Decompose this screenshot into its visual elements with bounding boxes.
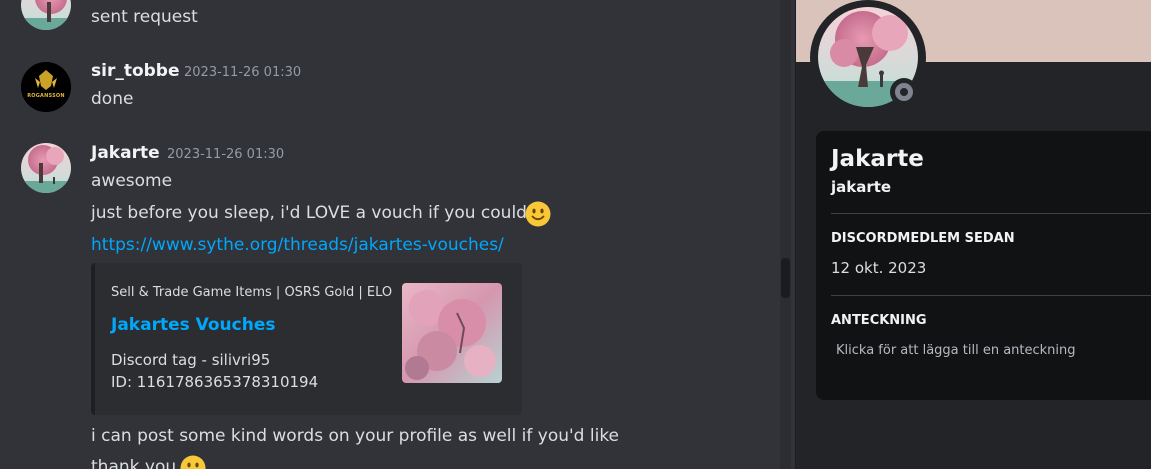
timestamp: 2023-11-26 01:30: [167, 147, 285, 162]
slightly-smiling-face-emoji: [180, 455, 206, 469]
avatar[interactable]: [21, 143, 71, 193]
avatar[interactable]: ROGANSSON: [21, 62, 71, 112]
embed-thumbnail[interactable]: [402, 283, 502, 383]
slightly-smiling-face-emoji: [525, 201, 551, 227]
card-divider: [831, 295, 1151, 296]
message-text: done: [91, 89, 134, 109]
chat-scrollbar-thumb[interactable]: [781, 258, 790, 298]
timestamp: 2023-11-26 01:30: [184, 65, 302, 80]
avatar[interactable]: [21, 0, 71, 30]
link-embed: Sell & Trade Game Items | OSRS Gold | EL…: [91, 263, 522, 415]
profile-display-name: Jakarte: [831, 146, 924, 172]
username[interactable]: sir_tobbe: [91, 61, 180, 81]
embed-description: ID: 1161786365378310194: [111, 373, 319, 391]
chat-panel: sent request ROGANSSON sir_tobbe 2023-11…: [0, 0, 795, 469]
message-text: sent request: [91, 7, 198, 27]
embed-title[interactable]: Jakartes Vouches: [111, 315, 276, 335]
note-input[interactable]: Klicka för att lägga till en anteckning: [836, 343, 1076, 358]
message-text: awesome: [91, 171, 173, 191]
profile-panel: Jakarte jakarte DISCORDMEDLEM SEDAN 12 o…: [796, 0, 1151, 469]
embed-provider[interactable]: Sell & Trade Game Items | OSRS Gold | EL…: [111, 285, 392, 300]
note-heading: ANTECKNING: [831, 313, 927, 328]
username[interactable]: Jakarte: [91, 143, 160, 163]
embed-description: Discord tag - silivri95: [111, 351, 271, 369]
chat-scrollbar[interactable]: [780, 0, 791, 469]
member-since-heading: DISCORDMEDLEM SEDAN: [831, 231, 1015, 246]
message-text: thank you: [91, 457, 177, 469]
status-offline-icon-center: [900, 88, 908, 96]
card-divider: [831, 213, 1151, 214]
avatar-logo-text: ROGANSSON: [27, 93, 65, 99]
message-text: i can post some kind words on your profi…: [91, 426, 620, 446]
profile-card: Jakarte jakarte DISCORDMEDLEM SEDAN 12 o…: [816, 131, 1151, 400]
profile-username[interactable]: jakarte: [831, 178, 891, 196]
message-text: just before you sleep, i'd LOVE a vouch …: [91, 203, 527, 223]
member-since-value: 12 okt. 2023: [831, 259, 927, 277]
vouches-link[interactable]: https://www.sythe.org/threads/jakartes-v…: [91, 235, 504, 255]
